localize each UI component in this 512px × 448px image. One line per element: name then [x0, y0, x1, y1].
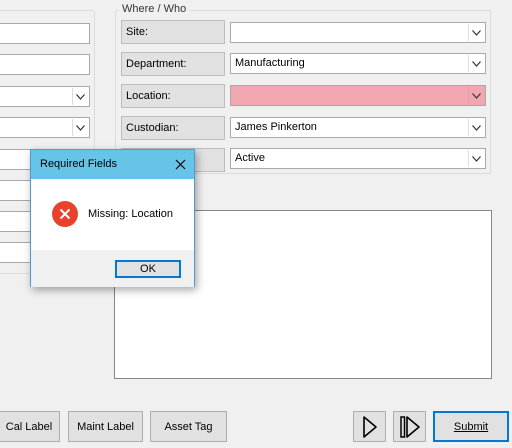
dialog-footer: OK [31, 250, 194, 287]
chevron-down-icon[interactable] [72, 88, 88, 105]
custodian-value: James Pinkerton [235, 121, 317, 133]
custodian-combo[interactable]: James Pinkerton [230, 117, 486, 138]
dialog-title: Required Fields [40, 158, 118, 170]
left-field-4[interactable] [0, 180, 32, 201]
play-icon [362, 415, 377, 438]
left-field-1[interactable] [0, 23, 90, 44]
submit-button[interactable]: Submit [433, 411, 509, 442]
where-who-title: Where / Who [119, 3, 190, 15]
maint-label-button[interactable]: Maint Label [68, 411, 143, 442]
next-record-button[interactable] [353, 411, 386, 442]
chevron-down-icon[interactable] [468, 119, 484, 136]
last-record-button[interactable] [393, 411, 426, 442]
status-combo[interactable]: Active [230, 148, 486, 169]
left-field-3[interactable] [0, 149, 32, 170]
custodian-label: Custodian: [121, 116, 225, 140]
required-fields-dialog: Required Fields Missing: Location OK [30, 149, 195, 287]
location-label: Location: [121, 84, 225, 108]
department-combo[interactable]: Manufacturing [230, 53, 486, 74]
chevron-down-icon[interactable] [468, 150, 484, 167]
site-label: Site: [121, 20, 225, 44]
left-field-2[interactable] [0, 54, 90, 75]
left-combo-1[interactable] [0, 86, 90, 107]
left-field-6[interactable] [0, 242, 32, 263]
dialog-message: Missing: Location [88, 208, 173, 220]
department-label: Department: [121, 52, 225, 76]
asset-tag-button[interactable]: Asset Tag [150, 411, 227, 442]
status-value: Active [235, 152, 265, 164]
error-icon [52, 201, 78, 227]
submit-label: Submit [453, 420, 489, 433]
chevron-down-icon[interactable] [72, 119, 88, 136]
left-combo-2[interactable] [0, 117, 90, 138]
department-value: Manufacturing [235, 57, 305, 69]
dialog-titlebar: Required Fields [31, 150, 194, 179]
skip-to-end-icon [399, 415, 420, 438]
chevron-down-icon[interactable] [468, 55, 484, 72]
left-field-5[interactable] [0, 211, 32, 232]
location-combo[interactable] [230, 85, 486, 106]
chevron-down-icon[interactable] [468, 24, 484, 41]
cal-label-button[interactable]: Cal Label [0, 411, 60, 442]
ok-button[interactable]: OK [115, 260, 181, 278]
close-icon[interactable] [172, 156, 188, 172]
chevron-down-icon[interactable] [468, 87, 484, 104]
site-combo[interactable] [230, 22, 486, 43]
